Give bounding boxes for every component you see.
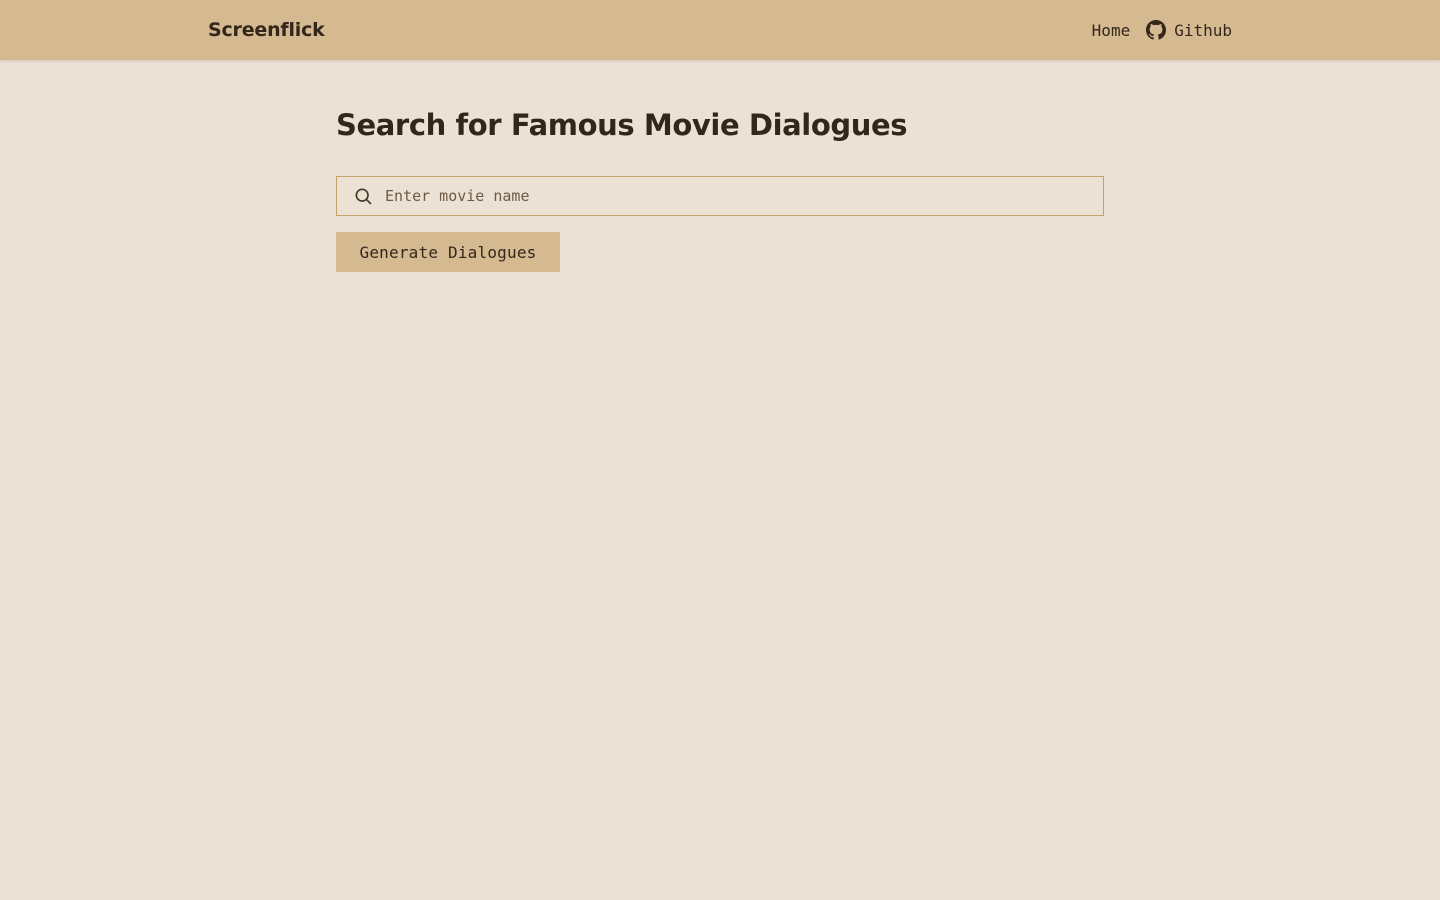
page-title: Search for Famous Movie Dialogues — [336, 108, 908, 142]
movie-search-box[interactable] — [336, 176, 1104, 216]
top-navbar: Screenflick Home Github — [0, 0, 1440, 60]
nav-link-github-label: Github — [1174, 20, 1232, 40]
brand-logo-text[interactable]: Screenflick — [208, 17, 325, 43]
github-icon — [1146, 20, 1167, 40]
nav-link-home-label: Home — [1091, 20, 1131, 40]
movie-name-input[interactable] — [385, 177, 1103, 215]
generate-dialogues-button[interactable]: Generate Dialogues — [336, 232, 560, 272]
nav-links: Home Github — [1092, 18, 1232, 42]
nav-link-github[interactable]: Github — [1146, 20, 1232, 40]
nav-link-home[interactable]: Home — [1092, 21, 1131, 40]
search-icon — [355, 188, 372, 205]
